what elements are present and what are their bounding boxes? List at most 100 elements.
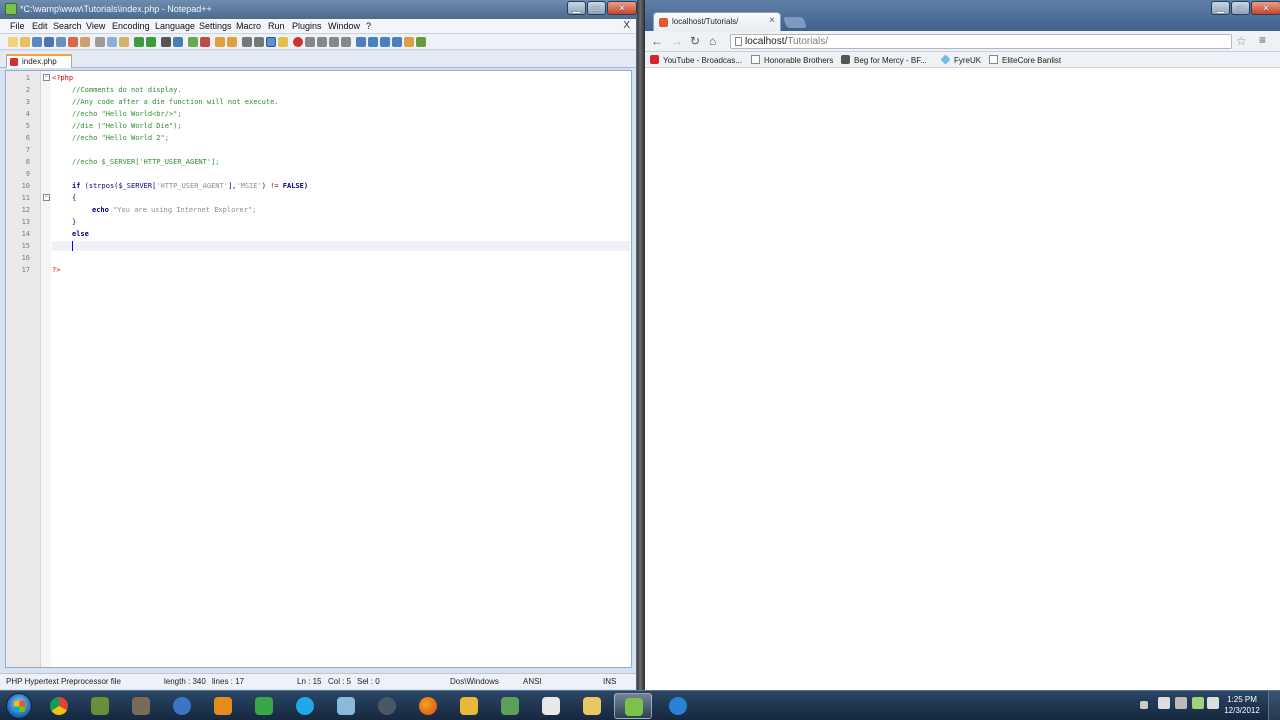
menu-help[interactable]: ?: [366, 21, 371, 31]
paste-icon[interactable]: [119, 37, 129, 47]
fold-toggle-icon[interactable]: −: [43, 74, 50, 81]
close-icon[interactable]: ✕: [1251, 1, 1280, 15]
save-icon[interactable]: [32, 37, 42, 47]
taskbar-chrome[interactable]: [40, 693, 78, 719]
menu-view[interactable]: View: [86, 21, 105, 31]
plugin-icon[interactable]: [404, 37, 414, 47]
menu-window[interactable]: Window: [328, 21, 360, 31]
indent-guide-icon[interactable]: [266, 37, 276, 47]
bookmark-fyreuk[interactable]: FyreUK: [940, 54, 981, 65]
menu-language[interactable]: Language: [155, 21, 195, 31]
bookmark-beg-for-mercy[interactable]: Beg for Mercy - BF...: [841, 55, 927, 65]
taskbar-app-lightning[interactable]: [450, 693, 488, 719]
show-all-chars-icon[interactable]: [254, 37, 264, 47]
bookmark-star-icon[interactable]: ☆: [1236, 34, 1247, 48]
tray-network-icon[interactable]: [1192, 697, 1204, 709]
home-icon[interactable]: ⌂: [709, 34, 716, 48]
taskbar-minecraft[interactable]: [81, 693, 119, 719]
maximize-icon[interactable]: □: [1231, 1, 1250, 15]
taskbar-media-player[interactable]: [204, 693, 242, 719]
back-arrow-icon[interactable]: ←: [651, 34, 663, 48]
browser-viewport[interactable]: [645, 69, 1280, 690]
maximize-icon[interactable]: □: [587, 1, 606, 15]
sync-h-icon[interactable]: [227, 37, 237, 47]
cut-icon[interactable]: [95, 37, 105, 47]
menu-macro[interactable]: Macro: [236, 21, 261, 31]
bookmark-elitecore-banlist[interactable]: EliteCore Banlist: [989, 55, 1061, 65]
taskbar-app-skull[interactable]: [122, 693, 160, 719]
taskbar-network[interactable]: [163, 693, 201, 719]
stop-macro-icon[interactable]: [305, 37, 315, 47]
bookmark-honorable-brothers[interactable]: Honorable Brothers: [751, 55, 833, 65]
zoom-out-icon[interactable]: [200, 37, 210, 47]
play-macro-multiple-icon[interactable]: [329, 37, 339, 47]
fold-toggle-icon[interactable]: −: [43, 194, 50, 201]
spellcheck-icon[interactable]: [416, 37, 426, 47]
menu-encoding[interactable]: Encoding: [112, 21, 150, 31]
zoom-in-icon[interactable]: [188, 37, 198, 47]
undo-icon[interactable]: [134, 37, 144, 47]
taskbar-firefox[interactable]: [409, 693, 447, 719]
menu-run[interactable]: Run: [268, 21, 285, 31]
menu-edit[interactable]: Edit: [32, 21, 48, 31]
forward-arrow-icon[interactable]: →: [671, 34, 683, 48]
sync-v-icon[interactable]: [215, 37, 225, 47]
print-icon[interactable]: [80, 37, 90, 47]
minimize-icon[interactable]: ▁: [567, 1, 586, 15]
find-icon[interactable]: [161, 37, 171, 47]
word-wrap-icon[interactable]: [242, 37, 252, 47]
taskbar-hamachi[interactable]: [245, 693, 283, 719]
folder-workspace-icon[interactable]: [380, 37, 390, 47]
redo-icon[interactable]: [146, 37, 156, 47]
taskbar-app-users[interactable]: [491, 693, 529, 719]
taskbar-skype[interactable]: [286, 693, 324, 719]
tab-close-icon[interactable]: ×: [769, 15, 775, 26]
play-macro-icon[interactable]: [317, 37, 327, 47]
browser-tab[interactable]: localhost/Tutorials/ ×: [653, 12, 781, 31]
replace-icon[interactable]: [173, 37, 183, 47]
taskbar-app-blue[interactable]: [327, 693, 365, 719]
new-file-icon[interactable]: [8, 37, 18, 47]
taskbar-explorer[interactable]: [573, 693, 611, 719]
menu-search[interactable]: Search: [53, 21, 82, 31]
taskbar-internet-explorer[interactable]: [659, 693, 697, 719]
text-caret: [72, 241, 73, 251]
show-desktop-button[interactable]: [1268, 691, 1280, 720]
menu-file[interactable]: File: [10, 21, 25, 31]
monitoring-icon[interactable]: [392, 37, 402, 47]
chrome-titlebar[interactable]: localhost/Tutorials/ × ▁ □ ✕: [645, 0, 1280, 31]
copy-icon[interactable]: [107, 37, 117, 47]
address-bar[interactable]: localhost/Tutorials/: [730, 34, 1232, 49]
npp-titlebar[interactable]: *C:\wamp\www\Tutorials\index.php - Notep…: [0, 0, 637, 19]
code-line: }: [72, 218, 76, 226]
taskbar-clock[interactable]: 1:25 PM 12/3/2012: [1222, 694, 1262, 716]
close-document-icon[interactable]: X: [623, 20, 630, 31]
tray-app-icon[interactable]: [1158, 697, 1170, 709]
taskbar-notepadpp[interactable]: [614, 693, 652, 719]
save-macro-icon[interactable]: [341, 37, 351, 47]
record-macro-icon[interactable]: [293, 37, 303, 47]
menu-settings[interactable]: Settings: [199, 21, 232, 31]
save-all-icon[interactable]: [44, 37, 54, 47]
tray-expand-icon[interactable]: [1140, 701, 1148, 709]
start-button[interactable]: [6, 693, 32, 719]
taskbar-app-terminal[interactable]: [532, 693, 570, 719]
bookmark-youtube[interactable]: YouTube - Broadcas...: [650, 55, 742, 65]
reload-icon[interactable]: ↻: [690, 34, 700, 48]
menu-plugins[interactable]: Plugins: [292, 21, 322, 31]
close-all-icon[interactable]: [68, 37, 78, 47]
tray-flag-icon[interactable]: [1175, 697, 1187, 709]
code-editor[interactable]: 1 2 3 4 5 6 7 8 9 10 11 12 13 14 15 16 1…: [5, 70, 632, 668]
new-tab-button[interactable]: [782, 17, 808, 28]
close-icon[interactable]: ✕: [607, 1, 637, 15]
tray-volume-icon[interactable]: [1207, 697, 1219, 709]
open-file-icon[interactable]: [20, 37, 30, 47]
minimize-icon[interactable]: ▁: [1211, 1, 1230, 15]
taskbar-steam[interactable]: [368, 693, 406, 719]
close-file-icon[interactable]: [56, 37, 66, 47]
function-list-icon[interactable]: [368, 37, 378, 47]
doc-map-icon[interactable]: [356, 37, 366, 47]
user-lang-icon[interactable]: [278, 37, 288, 47]
tab-index-php[interactable]: index.php: [6, 54, 72, 68]
menu-wrench-icon[interactable]: ≡: [1259, 33, 1266, 47]
